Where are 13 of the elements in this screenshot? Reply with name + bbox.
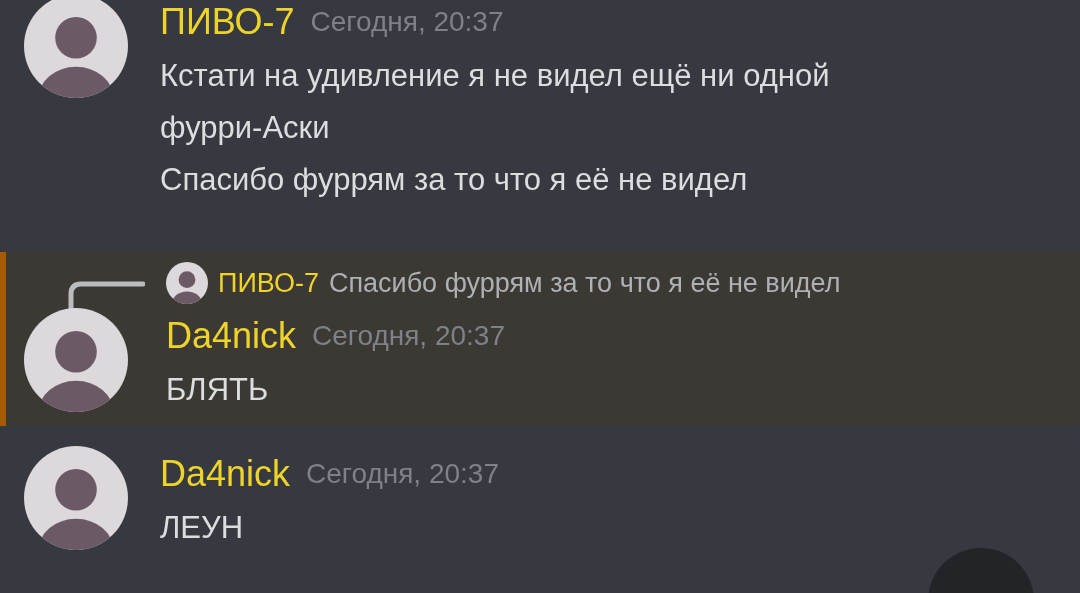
timestamp: Сегодня, 20:37 — [312, 320, 505, 352]
author-name[interactable]: Da4nick — [160, 453, 291, 495]
message-text: Спасибо фуррям за то что я её не видел — [160, 161, 749, 199]
timestamp: Сегодня, 20:37 — [310, 6, 504, 38]
author-name[interactable]: Da4nick — [166, 315, 297, 357]
message-text: Кстати на удивление я не видел ещё ни одной фурри-Аски — [160, 57, 831, 147]
reply-author[interactable]: ПИВО-7 — [218, 267, 319, 299]
reply-text[interactable]: Спасибо фуррям за то что я её не видел — [328, 267, 841, 299]
message-text: БЛЯТЬ — [166, 371, 270, 409]
reply-avatar — [166, 262, 208, 304]
timestamp: Сегодня, 20:37 — [306, 458, 499, 490]
author-name[interactable]: ПИВО-7 — [160, 1, 295, 43]
message-text: ЛЕУН — [160, 509, 245, 547]
